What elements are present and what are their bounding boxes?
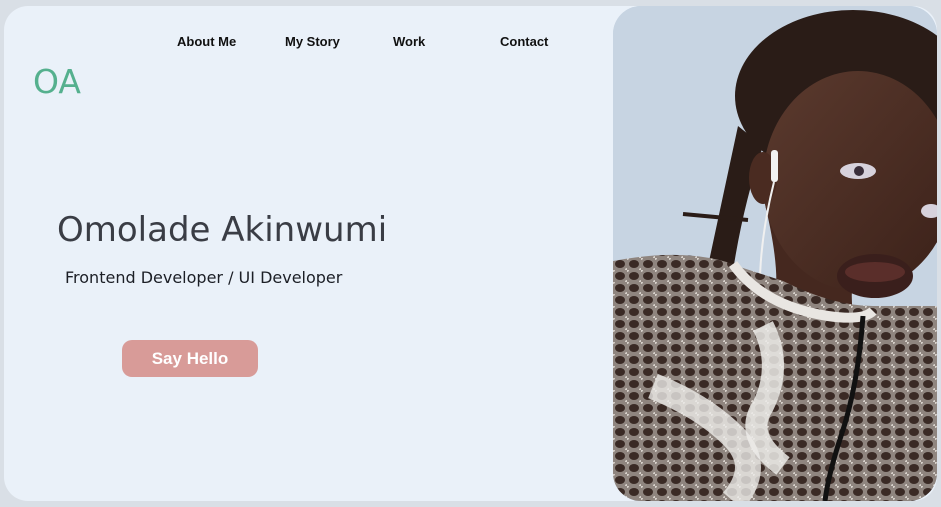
hero-name: Omolade Akinwumi: [57, 210, 388, 250]
nav-item-about-me[interactable]: About Me: [177, 34, 236, 49]
profile-photo: [613, 6, 937, 501]
logo[interactable]: OA: [33, 62, 81, 101]
hero-role: Frontend Developer / UI Developer: [65, 268, 343, 287]
say-hello-button[interactable]: Say Hello: [122, 340, 258, 377]
nav-item-contact[interactable]: Contact: [500, 34, 548, 49]
nav-item-work[interactable]: Work: [393, 34, 425, 49]
hero-card: OA About Me My Story Work Contact Omolad…: [4, 6, 937, 501]
nav-item-my-story[interactable]: My Story: [285, 34, 340, 49]
